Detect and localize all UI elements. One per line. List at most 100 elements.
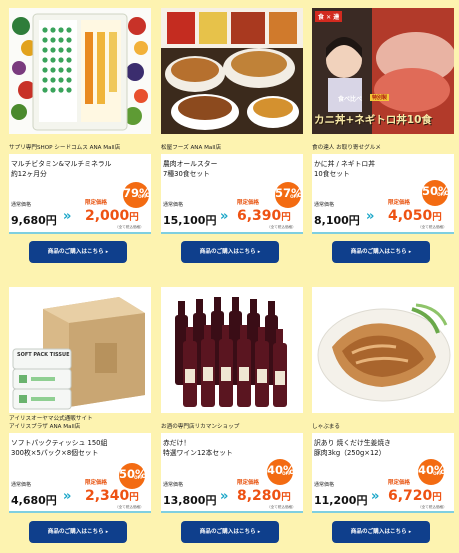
normal-price-label: 通常価格	[163, 482, 184, 488]
product-panel: かに丼 / ネギトロ丼 10食セット 50% OFF 通常価格 8,100円 »…	[312, 154, 454, 234]
product-name-line2: 10食セット	[314, 170, 350, 178]
product-image[interactable]	[9, 8, 151, 134]
arrow-right-icon: ▸	[408, 249, 412, 255]
normal-price: 13,800円	[163, 494, 217, 507]
product-panel: ソフトパックティッシュ 150組 300枚×5パック×8個セット 50% OFF…	[9, 433, 151, 513]
chevron-right-icon: »	[371, 489, 380, 504]
buy-button[interactable]: 商品のご購入はこちら ▸	[332, 521, 430, 543]
discount-off-label: OFF	[290, 194, 299, 199]
limited-price-label: 限定価格	[237, 200, 260, 206]
tax-note: （全て税込価格）	[267, 225, 296, 229]
product-name-line2: 豚肉3kg（250g×12）	[314, 449, 386, 457]
product-name[interactable]: 赤だけ！ 特選ワイン12本セット	[163, 438, 275, 458]
product-name-line2: 300枚×5パック×8個セット	[11, 449, 99, 457]
buy-button-label: 商品のご購入はこちら	[350, 529, 407, 535]
sale-price-number: 6,390	[237, 208, 282, 224]
normal-price-label: 通常価格	[11, 202, 32, 208]
image-caption-main: カニ丼+ネギトロ丼10食	[314, 114, 432, 126]
sale-price: 8,280円	[237, 488, 291, 504]
product-name-line2: 約12ヶ月分	[11, 170, 47, 178]
discount-off-label: OFF	[282, 471, 291, 476]
product-image[interactable]	[312, 287, 454, 413]
buy-button-label: 商品のご購入はこちら	[350, 249, 407, 255]
product-card: 松屋フーズ ANA Mall店 農肉オールスター 7種30食セット 57% OF…	[161, 8, 303, 270]
normal-price-label: 通常価格	[163, 202, 184, 208]
discount-badge: 79% OFF	[123, 182, 151, 208]
sale-price-unit: 円	[281, 212, 291, 223]
shop-name: しゃぶまる	[312, 424, 340, 430]
product-image[interactable]	[161, 287, 303, 413]
product-name[interactable]: かに丼 / ネギトロ丼 10食セット	[314, 159, 426, 179]
shop-name: サプリ専門SHOP シードコムス ANA Mall店	[9, 145, 121, 151]
limited-price-label: 限定価格	[85, 480, 108, 486]
buy-button[interactable]: 商品のご購入はこちら ▸	[29, 241, 127, 263]
product-name-line1: 赤だけ！	[163, 439, 191, 447]
tax-note: （全て税込価格）	[418, 225, 447, 229]
buy-button-label: 商品のご購入はこちら	[199, 249, 256, 255]
buy-button[interactable]: 商品のご購入はこちら ▸	[332, 241, 430, 263]
product-name[interactable]: 訳あり 焼くだけ生姜焼き 豚肉3kg（250g×12）	[314, 438, 426, 458]
buy-button-label: 商品のご購入はこちら	[47, 249, 104, 255]
shop-name-line2: アイリスプラザ ANA Mall店	[9, 424, 81, 430]
discount-badge: 50% OFF	[422, 180, 450, 206]
product-name-line1: 農肉オールスター	[163, 160, 218, 168]
buy-button-label: 商品のご購入はこちら	[47, 529, 104, 535]
chevron-right-icon: »	[220, 209, 229, 224]
product-panel: 訳あり 焼くだけ生姜焼き 豚肉3kg（250g×12） 40% OFF 通常価格…	[312, 433, 454, 513]
sale-price-number: 2,340	[85, 488, 130, 504]
arrow-right-icon: ▸	[257, 249, 261, 255]
product-name-line1: ソフトパックティッシュ 150組	[11, 439, 108, 447]
arrow-right-icon: ▸	[105, 249, 109, 255]
product-name[interactable]: ソフトパックティッシュ 150組 300枚×5パック×8個セット	[11, 438, 123, 458]
sale-price: 4,050円	[388, 208, 442, 224]
sale-price: 2,340円	[85, 488, 139, 504]
arrow-right-icon: ▸	[408, 529, 412, 535]
tax-note: （全て税込価格）	[115, 505, 144, 509]
sale-price-number: 2,000	[85, 208, 130, 224]
buy-button[interactable]: 商品のご購入はこちら ▸	[181, 241, 279, 263]
sale-price-unit: 円	[432, 492, 442, 503]
buy-button-label: 商品のご購入はこちら	[199, 529, 256, 535]
tax-note: （全て税込価格）	[267, 505, 296, 509]
discount-off-label: OFF	[138, 194, 147, 199]
product-card: サプリ専門SHOP シードコムス ANA Mall店 マルチビタミン&マルチミネ…	[9, 8, 151, 270]
discount-badge: 40% OFF	[418, 459, 446, 485]
buy-button[interactable]: 商品のご購入はこちら ▸	[181, 521, 279, 543]
normal-price-label: 通常価格	[314, 202, 335, 208]
sale-price: 6,390円	[237, 208, 291, 224]
sale-price-unit: 円	[432, 212, 442, 223]
sale-price: 6,720円	[388, 488, 442, 504]
product-name-line1: マルチビタミン&マルチミネラル	[11, 160, 112, 168]
tax-note: （全て税込価格）	[418, 505, 447, 509]
limited-price-label: 限定価格	[85, 200, 108, 206]
normal-price: 11,200円	[314, 494, 368, 507]
limited-price-label: 限定価格	[388, 480, 411, 486]
chevron-right-icon: »	[220, 489, 229, 504]
product-name[interactable]: マルチビタミン&マルチミネラル 約12ヶ月分	[11, 159, 123, 179]
product-image[interactable]	[161, 8, 303, 134]
shop-name: 食の達人 お取り寄せグルメ	[312, 145, 381, 151]
sale-price-number: 6,720	[388, 488, 433, 504]
image-box-label: SOFT PACK TISSUE	[17, 352, 70, 358]
product-name[interactable]: 農肉オールスター 7種30食セット	[163, 159, 275, 179]
product-panel: マルチビタミン&マルチミネラル 約12ヶ月分 79% OFF 通常価格 9,68…	[9, 154, 151, 234]
buy-button[interactable]: 商品のご購入はこちら ▸	[29, 521, 127, 543]
product-image[interactable]: SOFT PACK TISSUE	[9, 287, 151, 413]
normal-price: 8,100円	[314, 214, 360, 227]
normal-price: 9,680円	[11, 214, 57, 227]
product-image[interactable]: 食 ✕ 達 食べ比べ 特別製 カニ丼+ネギトロ丼10食	[312, 8, 454, 134]
sale-price-unit: 円	[281, 492, 291, 503]
normal-price-label: 通常価格	[314, 482, 335, 488]
product-card: 食 ✕ 達 食べ比べ 特別製 カニ丼+ネギトロ丼10食 食の達人 お取り寄せグル…	[312, 8, 454, 270]
product-name-line1: 訳あり 焼くだけ生姜焼き	[314, 439, 391, 447]
image-caption-tag: 特別製	[370, 94, 390, 101]
product-name-line2: 7種30食セット	[163, 170, 210, 178]
product-panel: 農肉オールスター 7種30食セット 57% OFF 通常価格 15,100円 »…	[161, 154, 303, 234]
normal-price: 4,680円	[11, 494, 57, 507]
product-name-line2: 特選ワイン12本セット	[163, 449, 233, 457]
shop-name: お酒の専門店リカマンショップ	[161, 424, 240, 430]
image-caption-top: 食べ比べ	[338, 96, 363, 103]
normal-price-label: 通常価格	[11, 482, 32, 488]
sale-price-unit: 円	[129, 212, 139, 223]
chevron-right-icon: »	[366, 209, 375, 224]
